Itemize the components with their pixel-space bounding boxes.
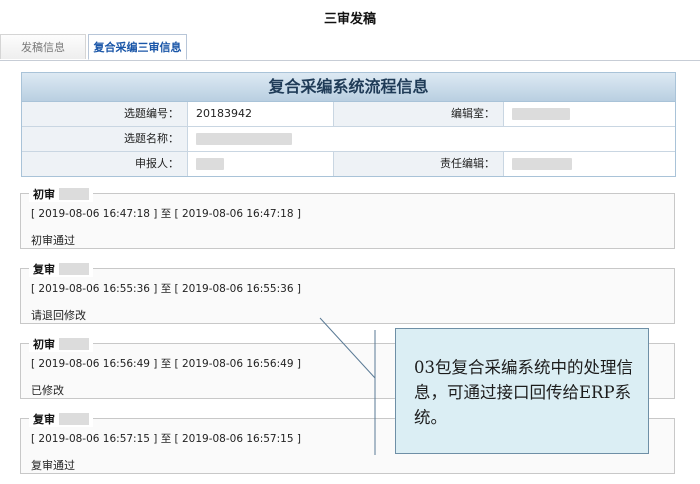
log-result: 复审通过 (31, 459, 75, 472)
info-row: 申报人： 责任编辑： (22, 152, 675, 176)
tab-publish-info[interactable]: 发稿信息 (0, 34, 86, 59)
process-info-panel: 复合采编系统流程信息 选题编号： 20183942 编辑室： 选题名称： 申报人… (21, 72, 676, 177)
annotation-callout: 03包复合采编系统中的处理信息，可通过接口回传给ERP系统。 (395, 328, 649, 454)
redacted-value (196, 158, 224, 170)
log-result: 初审通过 (31, 234, 75, 247)
tab-review-info[interactable]: 复合采编三审信息 (88, 34, 187, 60)
log-stage: 初审 (33, 188, 55, 201)
topic-name-label: 选题名称： (22, 127, 188, 151)
redacted-reviewer (59, 263, 89, 275)
process-info-header: 复合采编系统流程信息 (22, 73, 675, 102)
redacted-value (512, 158, 572, 170)
topic-no-value: 20183942 (188, 102, 334, 126)
redacted-reviewer (59, 338, 89, 350)
log-time: [ 2019-08-06 16:57:15 ] 至 [ 2019-08-06 1… (31, 433, 301, 445)
log-stage: 复审 (33, 263, 55, 276)
log-legend: 初审 (29, 186, 93, 202)
info-row: 选题编号： 20183942 编辑室： (22, 102, 675, 127)
log-legend: 初审 (29, 336, 93, 352)
responsible-editor-label: 责任编辑： (334, 152, 504, 176)
log-result: 请退回修改 (31, 309, 86, 322)
log-stage: 初审 (33, 338, 55, 351)
log-legend: 复审 (29, 261, 93, 277)
redacted-value (512, 108, 570, 120)
editorial-office-value (504, 102, 675, 126)
info-row: 选题名称： (22, 127, 675, 152)
applicant-value (188, 152, 334, 176)
log-stage: 复审 (33, 413, 55, 426)
log-time: [ 2019-08-06 16:47:18 ] 至 [ 2019-08-06 1… (31, 208, 301, 220)
log-time: [ 2019-08-06 16:56:49 ] 至 [ 2019-08-06 1… (31, 358, 301, 370)
page-title: 三审发稿 (323, 12, 376, 27)
editorial-office-label: 编辑室： (334, 102, 504, 126)
redacted-reviewer (59, 413, 89, 425)
log-time: [ 2019-08-06 16:55:36 ] 至 [ 2019-08-06 1… (31, 283, 301, 295)
redacted-value (196, 133, 292, 145)
review-log-entry: 复审 [ 2019-08-06 16:55:36 ] 至 [ 2019-08-0… (20, 261, 675, 324)
applicant-label: 申报人： (22, 152, 188, 176)
responsible-editor-value (504, 152, 675, 176)
log-legend: 复审 (29, 411, 93, 427)
topic-name-value (188, 127, 675, 151)
topic-no-label: 选题编号： (22, 102, 188, 126)
review-log-entry: 初审 [ 2019-08-06 16:47:18 ] 至 [ 2019-08-0… (20, 186, 675, 249)
redacted-reviewer (59, 188, 89, 200)
log-result: 已修改 (31, 384, 64, 397)
tab-bar: 发稿信息 复合采编三审信息 (0, 34, 700, 61)
